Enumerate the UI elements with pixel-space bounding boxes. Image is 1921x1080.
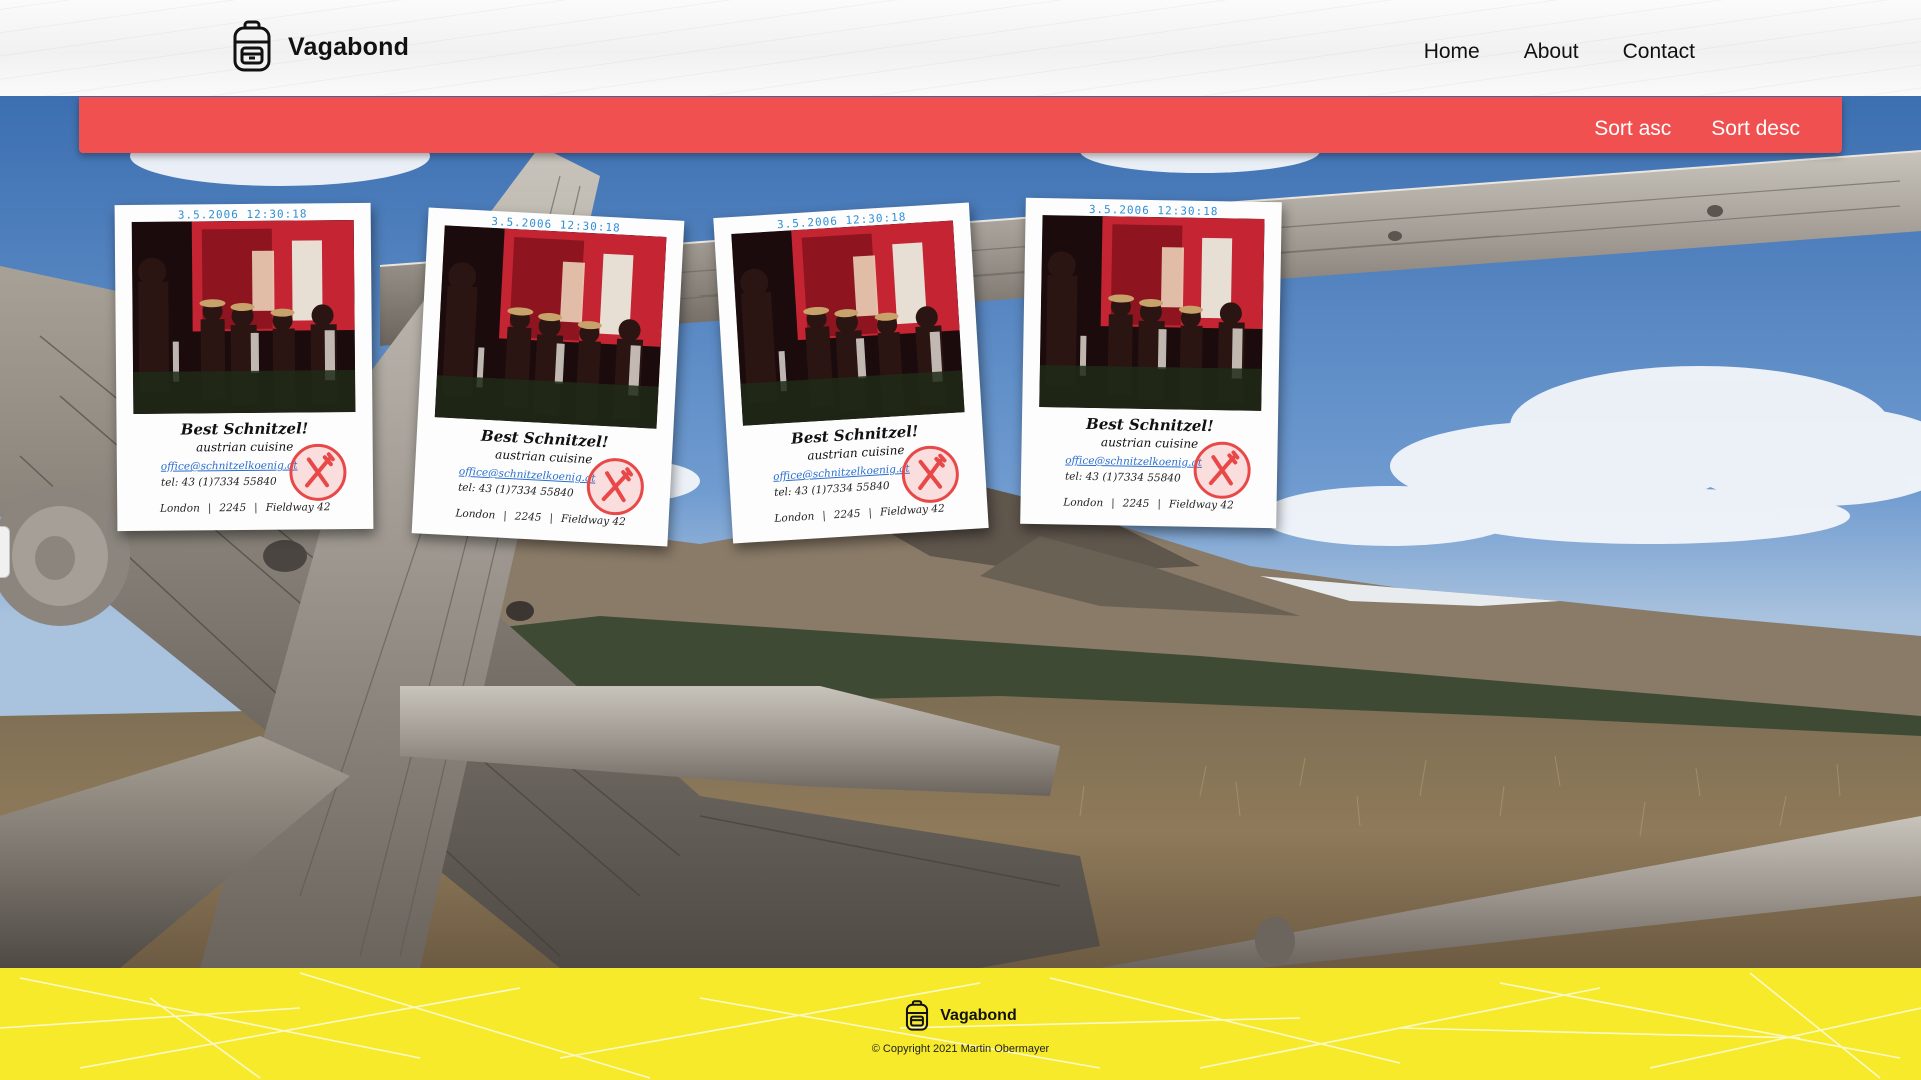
card-phone: tel: 43 (1)7334 55840 [1064,470,1181,485]
site-header: Vagabond Home About Contact [0,0,1921,96]
footer-brand[interactable]: Vagabond [904,1000,1017,1032]
card-phone: tel: 43 (1)7334 55840 [773,479,891,499]
fork-knife-icon [287,441,350,504]
card-zip: 2245 [219,501,247,515]
site-footer: Vagabond © Copyright 2021 Martin Obermay… [0,968,1921,1080]
card-title: Best Schnitzel! [180,419,309,439]
card-title: Best Schnitzel! [1085,414,1214,436]
card-photo [1039,215,1265,411]
restaurant-card[interactable]: 3.5.2006 12:30:18 Best Schnitzel! austri… [114,202,374,532]
card-phone: tel: 43 (1)7334 55840 [457,481,574,500]
backpack-icon [906,1000,929,1031]
card-email-link[interactable]: office@schnitzelkoenig.at [1065,455,1202,469]
card-photo [731,220,965,426]
fork-knife-icon [1191,439,1254,502]
sort-desc-button[interactable]: Sort desc [1711,117,1800,141]
nav-contact-link[interactable]: Contact [1623,40,1695,64]
card-zip: 2245 [833,507,861,522]
sort-asc-button[interactable]: Sort asc [1594,117,1671,141]
nav-home-link[interactable]: Home [1424,40,1480,64]
restaurant-card[interactable]: 3.5.2006 12:30:18 Best Schnitzel! austri… [411,207,685,547]
nav-about-link[interactable]: About [1524,40,1579,64]
footer-brand-name: Vagabond [940,1007,1017,1024]
fork-knife-icon [898,442,964,508]
brand-name: Vagabond [288,32,410,61]
card-city: London [1063,496,1104,510]
fork-knife-icon [583,454,648,519]
restaurant-card[interactable]: 3.5.2006 12:30:18 Best Schnitzel! austri… [713,202,989,544]
restaurant-card[interactable]: 3.5.2006 12:30:18 Best Schnitzel! austri… [1020,197,1282,529]
card-email-link[interactable]: office@schnitzelkoenig.at [161,460,298,473]
card-city: London [774,510,815,525]
side-scroll-handle[interactable] [0,526,10,578]
card-city: London [455,507,496,522]
brand[interactable]: Vagabond [230,20,409,74]
backpack-icon [233,20,271,72]
card-zip: 2245 [1122,497,1150,510]
sort-toolbar: Sort asc Sort desc [79,97,1842,153]
card-photo [131,220,356,414]
card-photo [434,225,667,429]
card-zip: 2245 [514,510,542,524]
card-city: London [159,502,200,515]
main-nav: Home About Contact [1424,40,1695,64]
card-phone: tel: 43 (1)7334 55840 [160,475,277,489]
footer-copyright: © Copyright 2021 Martin Obermayer [871,1043,1050,1055]
